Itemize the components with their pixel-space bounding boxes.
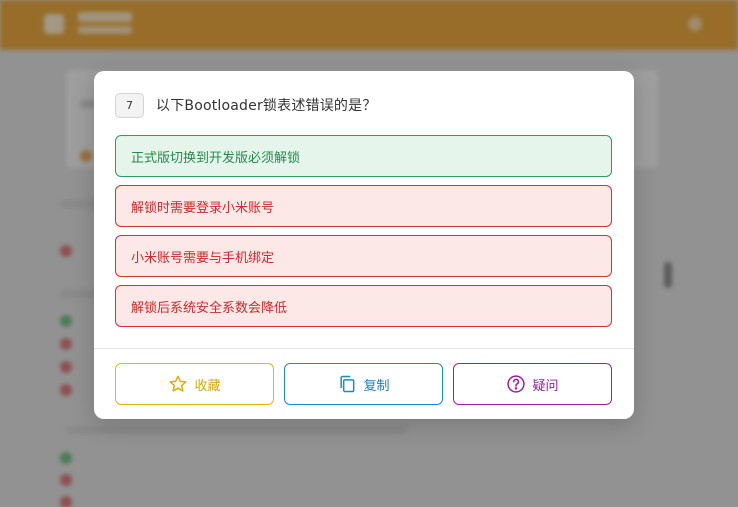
question-text: 以下Bootloader锁表述错误的是？: [156, 98, 377, 114]
question-circle-icon: [507, 375, 526, 393]
doubt-button[interactable]: 疑问: [453, 363, 612, 405]
copy-icon: [340, 375, 355, 393]
answer-option-wrong[interactable]: 解锁时需要登录小米账号: [115, 185, 612, 227]
star-icon: [169, 375, 187, 392]
answer-options: 正式版切换到开发版必须解锁 解锁时需要登录小米账号 小米账号需要与手机绑定 解锁…: [115, 135, 612, 335]
answer-option-wrong[interactable]: 小米账号需要与手机绑定: [115, 235, 612, 277]
copy-button[interactable]: 复制: [284, 363, 443, 405]
modal-actions: 收藏 复制 疑问: [115, 363, 612, 405]
favorite-label: 收藏: [194, 378, 221, 394]
doubt-label: 疑问: [532, 378, 559, 394]
answer-option-wrong[interactable]: 解锁后系统安全系数会降低: [115, 285, 612, 327]
copy-label: 复制: [363, 378, 390, 394]
question-modal: 7 以下Bootloader锁表述错误的是？ 正式版切换到开发版必须解锁 解锁时…: [94, 71, 634, 419]
answer-option-correct[interactable]: 正式版切换到开发版必须解锁: [115, 135, 612, 177]
favorite-button[interactable]: 收藏: [115, 363, 274, 405]
question-header: 7 以下Bootloader锁表述错误的是？: [115, 92, 614, 118]
modal-divider: [94, 348, 634, 349]
question-number-badge: 7: [115, 92, 144, 118]
